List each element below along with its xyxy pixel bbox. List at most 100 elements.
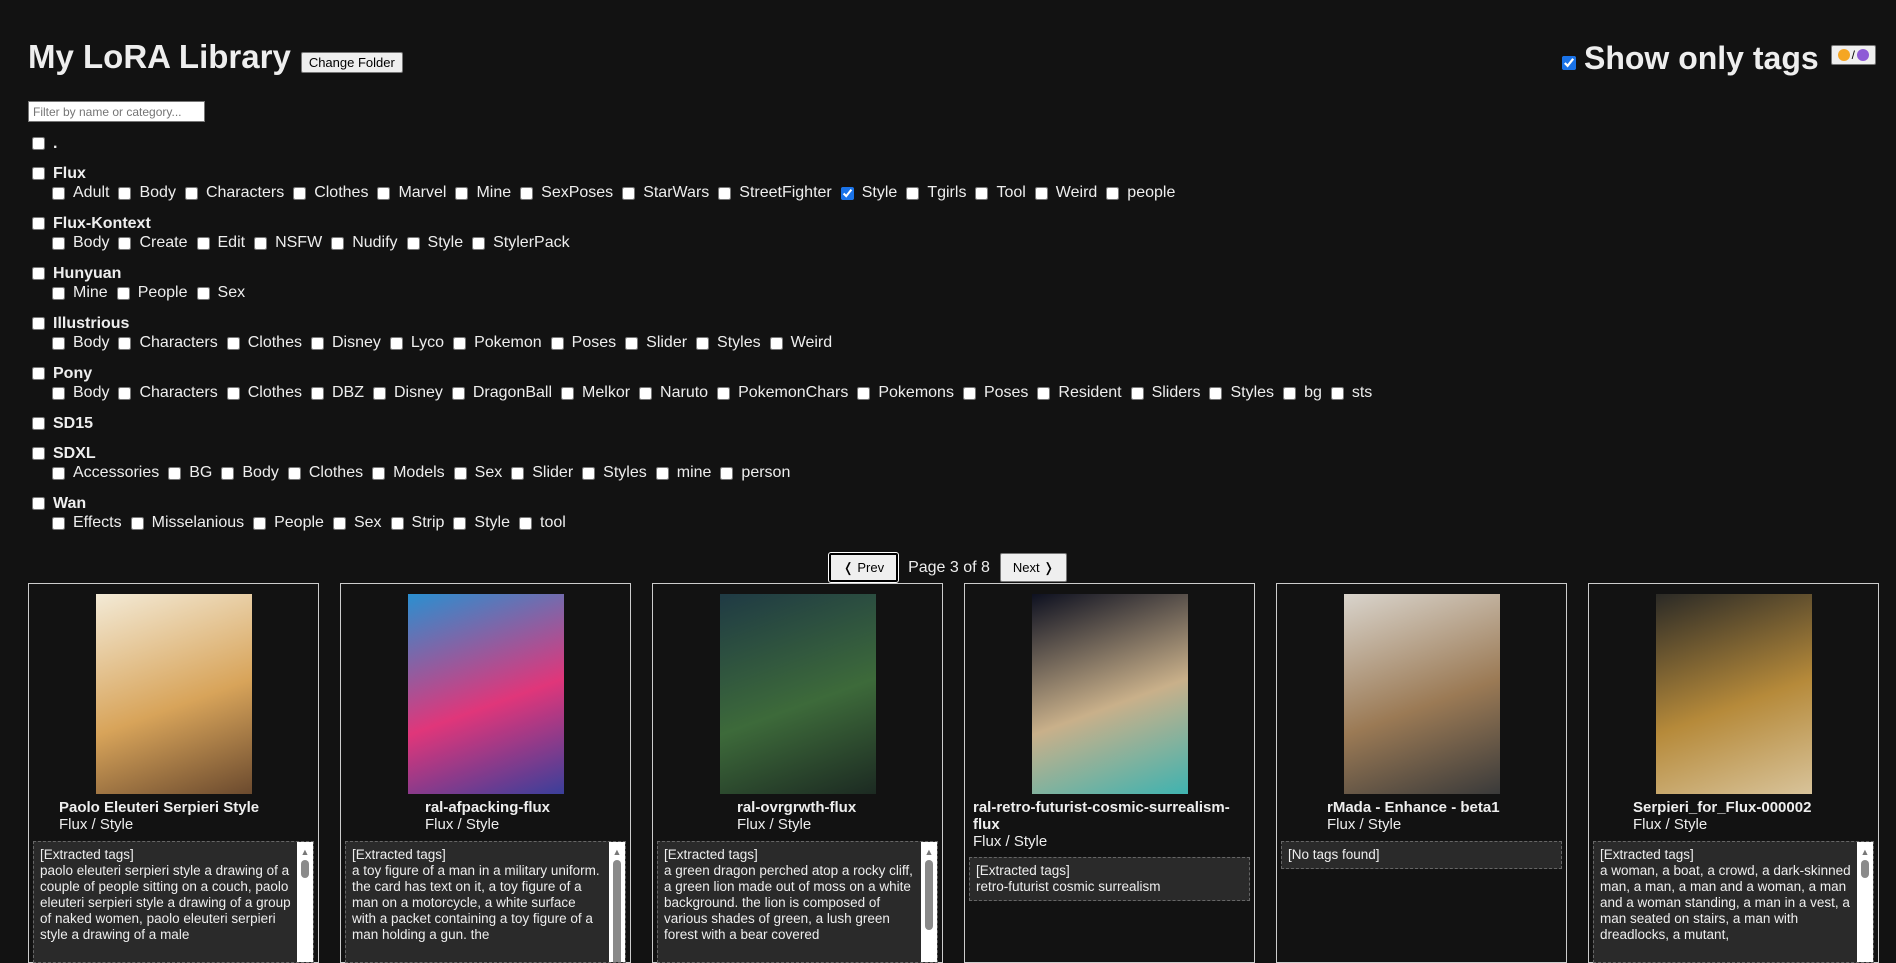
subcategory-item[interactable]: StarWars <box>622 184 709 202</box>
subcategory-item[interactable]: Body <box>52 384 109 402</box>
lora-preview-image[interactable] <box>719 594 876 794</box>
filter-input[interactable] <box>28 101 205 122</box>
scrollbar-thumb[interactable] <box>1861 860 1869 878</box>
tags-box[interactable]: [Extracted tags] paolo eleuteri serpieri… <box>33 841 314 963</box>
subcategory-checkbox[interactable] <box>118 386 132 400</box>
subcategory-item[interactable]: People <box>253 514 324 532</box>
subcategory-checkbox[interactable] <box>52 516 65 530</box>
subcategory-checkbox[interactable] <box>519 516 532 530</box>
subcategory-item[interactable]: Weird <box>769 334 832 352</box>
subcategory-checkbox[interactable] <box>975 186 989 200</box>
subcategory-checkbox[interactable] <box>561 386 575 400</box>
subcategory-item[interactable]: Characters <box>118 334 218 352</box>
subcategory-checkbox[interactable] <box>453 516 467 530</box>
subcategory-checkbox[interactable] <box>720 466 734 480</box>
scroll-up-arrow-icon[interactable]: ▲ <box>921 844 937 860</box>
subcategory-item[interactable]: Melkor <box>561 384 630 402</box>
subcategory-item[interactable]: Naruto <box>639 384 708 402</box>
subcategory-item[interactable]: Style <box>840 184 897 202</box>
lora-preview-image[interactable] <box>95 594 252 794</box>
subcategory-checkbox[interactable] <box>718 186 732 200</box>
next-page-button[interactable]: Next ❭ <box>999 553 1068 582</box>
subcategory-checkbox[interactable] <box>1130 386 1144 400</box>
category-checkbox[interactable] <box>32 217 45 230</box>
subcategory-item[interactable]: Strip <box>390 514 444 532</box>
subcategory-checkbox[interactable] <box>511 466 525 480</box>
subcategory-item[interactable]: Sliders <box>1130 384 1200 402</box>
subcategory-checkbox[interactable] <box>455 186 469 200</box>
subcategory-item[interactable]: Body <box>221 464 279 482</box>
subcategory-checkbox[interactable] <box>221 466 235 480</box>
lora-card[interactable]: ral-ovrgrwth-flux Flux / Style [Extracte… <box>652 583 943 963</box>
subcategory-item[interactable]: bg <box>1283 384 1322 402</box>
subcategory-checkbox[interactable] <box>453 466 467 480</box>
subcategory-item[interactable]: Marvel <box>377 184 446 202</box>
subcategory-checkbox[interactable] <box>906 186 920 200</box>
subcategory-checkbox[interactable] <box>451 386 465 400</box>
subcategory-item[interactable]: Clothes <box>226 334 302 352</box>
subcategory-item[interactable]: Tgirls <box>906 184 966 202</box>
category-checkbox[interactable] <box>32 497 45 510</box>
subcategory-checkbox[interactable] <box>962 386 976 400</box>
category-0[interactable]: . <box>32 134 1381 153</box>
subcategory-item[interactable]: Style <box>406 234 463 252</box>
category-6[interactable]: SD15 <box>32 414 1381 433</box>
lora-card[interactable]: Serpieri_for_Flux-000002 Flux / Style [E… <box>1588 583 1879 963</box>
subcategory-item[interactable]: Create <box>118 234 188 252</box>
subcategory-item[interactable]: Body <box>118 184 176 202</box>
category-3[interactable]: Hunyuan <box>32 264 1381 283</box>
subcategory-checkbox[interactable] <box>52 386 65 400</box>
category-checkbox[interactable] <box>32 417 45 430</box>
scroll-up-arrow-icon[interactable]: ▲ <box>609 844 625 860</box>
subcategory-item[interactable]: BG <box>168 464 212 482</box>
subcategory-item[interactable]: Slider <box>625 334 687 352</box>
subcategory-checkbox[interactable] <box>1037 386 1051 400</box>
category-5[interactable]: Pony <box>32 364 1381 383</box>
subcategory-item[interactable]: Edit <box>196 234 245 252</box>
subcategory-item[interactable]: Sex <box>332 514 382 532</box>
subcategory-item[interactable]: DragonBall <box>451 384 552 402</box>
subcategory-checkbox[interactable] <box>472 236 486 250</box>
subcategory-item[interactable]: mine <box>655 464 711 482</box>
subcategory-checkbox[interactable] <box>625 336 639 350</box>
subcategory-item[interactable]: Disney <box>372 384 443 402</box>
subcategory-item[interactable]: Sex <box>196 284 245 302</box>
category-4[interactable]: Illustrious <box>32 314 1381 333</box>
subcategory-item[interactable]: Pokemon <box>453 334 542 352</box>
scrollbar-thumb[interactable] <box>613 860 621 962</box>
subcategory-item[interactable]: Models <box>372 464 445 482</box>
subcategory-checkbox[interactable] <box>52 336 65 350</box>
subcategory-item[interactable]: Sex <box>453 464 502 482</box>
subcategory-checkbox[interactable] <box>840 186 854 200</box>
subcategory-checkbox[interactable] <box>254 236 268 250</box>
scrollbar-thumb[interactable] <box>925 860 933 930</box>
subcategory-item[interactable]: Mine <box>455 184 511 202</box>
lora-card[interactable]: ral-retro-futurist-cosmic-surrealism-flu… <box>964 583 1255 963</box>
subcategory-item[interactable]: Clothes <box>226 384 302 402</box>
subcategory-checkbox[interactable] <box>372 386 386 400</box>
category-checkbox[interactable] <box>32 447 45 460</box>
tags-box[interactable]: [Extracted tags] a woman, a boat, a crow… <box>1593 841 1874 963</box>
category-1[interactable]: Flux <box>32 164 1381 183</box>
subcategory-item[interactable]: Pokemons <box>857 384 954 402</box>
subcategory-item[interactable]: people <box>1106 184 1175 202</box>
lora-card[interactable]: rMada - Enhance - beta1 Flux / Style [No… <box>1276 583 1567 963</box>
subcategory-checkbox[interactable] <box>639 386 653 400</box>
subcategory-checkbox[interactable] <box>118 236 132 250</box>
subcategory-checkbox[interactable] <box>184 186 198 200</box>
subcategory-item[interactable]: Style <box>453 514 510 532</box>
subcategory-item[interactable]: sts <box>1330 384 1372 402</box>
subcategory-checkbox[interactable] <box>52 186 65 200</box>
subcategory-checkbox[interactable] <box>582 466 596 480</box>
subcategory-item[interactable]: Adult <box>52 184 109 202</box>
subcategory-item[interactable]: Mine <box>52 284 108 302</box>
subcategory-checkbox[interactable] <box>253 516 267 530</box>
subcategory-item[interactable]: Styles <box>582 464 647 482</box>
tags-box[interactable]: [Extracted tags] a green dragon perched … <box>657 841 938 963</box>
subcategory-checkbox[interactable] <box>377 186 391 200</box>
subcategory-checkbox[interactable] <box>1106 186 1120 200</box>
subcategory-item[interactable]: Body <box>52 234 109 252</box>
subcategory-checkbox[interactable] <box>118 186 132 200</box>
subcategory-item[interactable]: Misselanious <box>130 514 244 532</box>
category-checkbox[interactable] <box>32 167 45 180</box>
